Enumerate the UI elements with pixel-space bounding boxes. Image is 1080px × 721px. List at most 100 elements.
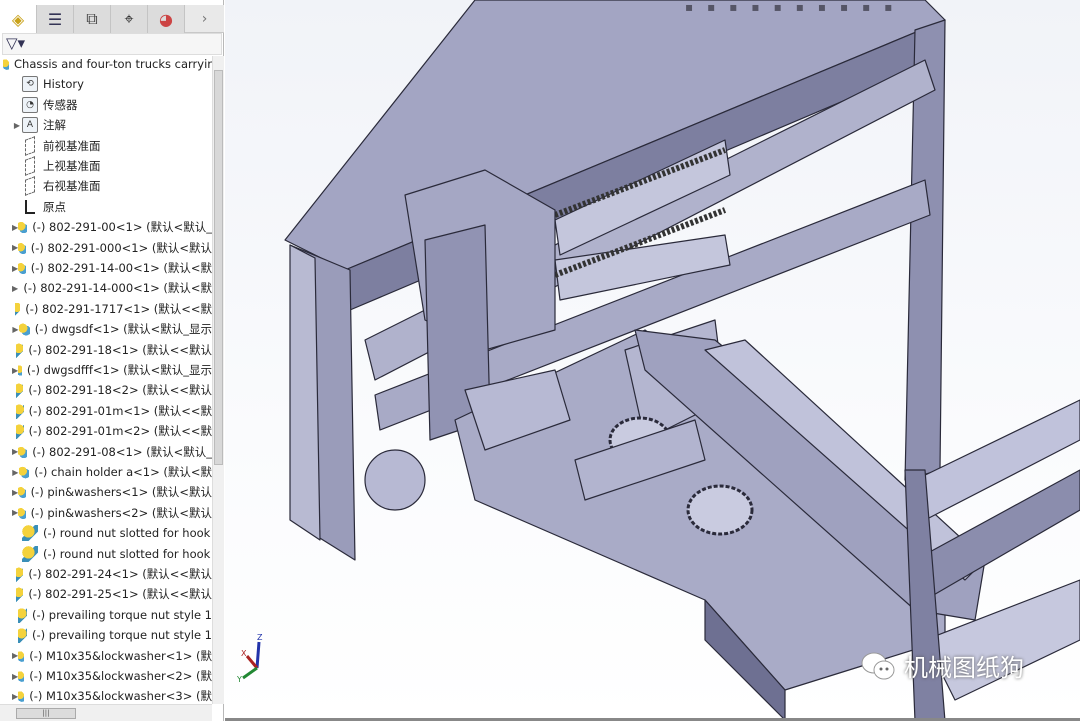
assembly-icon <box>18 362 22 378</box>
zoom-area-icon[interactable]: ▪ <box>707 0 715 14</box>
tree-item[interactable]: ▶ (-) M10x35&lockwasher<2> (默 <box>0 666 212 686</box>
tree-item-label: (-) 802-291-1717<1> (默认<<默 <box>25 301 212 316</box>
configuration-icon: ⧉ <box>86 9 98 28</box>
plane-icon <box>25 135 35 156</box>
tree-item-label: (-) 802-291-14-00<1> (默认<默 <box>30 261 212 275</box>
color-wheel-icon: ◕ <box>159 9 173 29</box>
tab-dimxpert[interactable]: ⌖ <box>111 5 148 33</box>
tab-display-manager[interactable]: ◕ <box>148 5 185 33</box>
tab-featuremanager[interactable]: ◈ <box>0 5 37 33</box>
tree-item-label: (-) 802-291-01m<2> (默认<<默 <box>28 424 212 439</box>
z-label: Z <box>257 633 263 642</box>
heads-up-view-toolbar[interactable]: ▪ ▪ ▪ ▪ ▪ ▪ ▪ ▪ ▪ ▪ <box>685 0 892 14</box>
tree-item[interactable]: ▶ (-) 802-291-08<1> (默认<默认_ <box>0 442 212 462</box>
tree-item[interactable]: ▶ (-) 802-291-00<1> (默认<默认_ <box>0 217 212 237</box>
tree-item[interactable]: (-) 802-291-24<1> (默认<<默认 <box>0 564 212 584</box>
zoom-to-fit-icon[interactable]: ▪ <box>685 0 693 14</box>
tree-item[interactable]: (-) 802-291-01m<2> (默认<<默 <box>0 421 212 441</box>
previous-view-icon[interactable]: ▪ <box>729 0 737 14</box>
tree-item-label: (-) M10x35&lockwasher<3> (默 <box>29 689 212 704</box>
watermark: 机械图纸狗 <box>860 648 1024 683</box>
tree-item[interactable]: ▶ (-) M10x35&lockwasher<3> (默 <box>0 686 212 704</box>
tree-item[interactable]: (-) round nut slotted for hook <box>0 544 212 564</box>
tree-item[interactable]: ▶ (-) 802-291-14-00<1> (默认<默 <box>0 258 212 278</box>
hide-show-icon[interactable]: ▪ <box>818 0 826 14</box>
part-icon <box>16 423 24 440</box>
tab-propertymanager[interactable]: ☰ <box>37 5 74 33</box>
tree-item[interactable]: ▶ (-) dwgsdf<1> (默认<默认_显示 <box>0 319 212 339</box>
assembly-icon <box>18 219 28 236</box>
view-settings-icon[interactable]: ▪ <box>884 0 892 14</box>
crosshair-icon: ⌖ <box>124 9 134 28</box>
plane-icon <box>25 176 35 197</box>
filter-icon: ▽▾ <box>6 34 26 52</box>
tree-item[interactable]: (-) 802-291-1717<1> (默认<<默 <box>0 299 212 319</box>
tree-item[interactable]: (-) prevailing torque nut style 1 <box>0 605 212 625</box>
tree-item[interactable]: ▶ (-) M10x35&lockwasher<1> (默 <box>0 646 212 666</box>
3d-model-forklift-carriage <box>284 0 1080 721</box>
folder-sensor-icon: ◔ <box>22 96 38 113</box>
tree-item[interactable]: 前视基准面 <box>0 135 212 156</box>
tree-item[interactable]: ▶ (-) pin&washers<2> (默认<默认 <box>0 503 212 523</box>
scroll-thumb[interactable]: ||| <box>16 708 76 719</box>
tab-configurationmanager[interactable]: ⧉ <box>74 5 111 33</box>
tree-item[interactable]: (-) 802-291-01m<1> (默认<<默 <box>0 401 212 421</box>
tree-item-label: (-) 802-291-00<1> (默认<默认_ <box>32 220 212 235</box>
tree-item[interactable]: ▶ (-) pin&washers<1> (默认<默认 <box>0 482 212 502</box>
part-icon <box>16 382 24 399</box>
tree-item[interactable]: (-) 802-291-18<2> (默认<<默认 <box>0 380 212 400</box>
tree-item-label: (-) prevailing torque nut style 1 <box>32 607 212 622</box>
wechat-icon <box>861 652 895 679</box>
y-axis <box>242 666 258 680</box>
graphics-area[interactable]: ▪ ▪ ▪ ▪ ▪ ▪ ▪ ▪ ▪ ▪ Z X Y 机械图纸狗 <box>225 0 1080 721</box>
tree-item[interactable]: ▶ (-) dwgsdfff<1> (默认<默认_显示 <box>0 360 212 380</box>
tree-item-label: (-) M10x35&lockwasher<2> (默 <box>29 669 212 683</box>
tree-item-label: 原点 <box>43 199 66 214</box>
tree-item[interactable]: ⟲ History <box>0 74 212 94</box>
part-icon <box>16 566 24 582</box>
display-style-icon[interactable]: ▪ <box>796 0 804 14</box>
tree-item-label: (-) 802-291-18<1> (默认<<默认 <box>28 342 212 357</box>
tree-item[interactable]: (-) 802-291-18<1> (默认<<默认 <box>0 340 212 360</box>
assembly-icon <box>18 443 28 460</box>
scroll-thumb[interactable] <box>214 70 223 465</box>
y-label: Y <box>237 675 242 682</box>
tabs-more-button[interactable]: › <box>185 5 224 32</box>
tree-item[interactable]: (-) 802-291-25<1> (默认<<默认 <box>0 584 212 604</box>
expand-arrow-icon[interactable]: ▶ <box>12 121 22 130</box>
tree-item[interactable]: (-) round nut slotted for hook <box>0 523 212 543</box>
part-icon <box>16 586 24 603</box>
section-view-icon[interactable]: ▪ <box>751 0 759 14</box>
tree-item[interactable]: 右视基准面 <box>0 176 212 197</box>
part-icon <box>16 341 24 358</box>
view-orientation-icon[interactable]: ▪ <box>774 0 782 14</box>
expand-arrow-icon[interactable]: ▶ <box>12 325 19 334</box>
tree-item[interactable]: 上视基准面 <box>0 156 212 176</box>
horizontal-scrollbar[interactable]: ||| <box>0 704 212 721</box>
tree-item[interactable]: (-) prevailing torque nut style 1 <box>0 625 212 645</box>
filter-button[interactable]: ▽▾ <box>2 33 222 55</box>
tree-item[interactable]: 原点 <box>0 197 212 217</box>
tree-item[interactable]: ▶ (-) 802-291-14-000<1> (默认<默 <box>0 278 212 298</box>
tree-item[interactable]: ▶ (-) chain holder a<1> (默认<默 <box>0 462 212 482</box>
tree-item[interactable]: ◔ 传感器 <box>0 95 212 115</box>
tree-item-label: 传感器 <box>43 97 78 112</box>
z-axis <box>255 641 261 669</box>
tree-item-label: (-) 802-291-18<2> (默认<<默认 <box>28 383 212 398</box>
tree-item[interactable]: ▶ (-) 802-291-000<1> (默认<默认 <box>0 238 212 258</box>
part-icon <box>16 402 24 419</box>
tree-item-label: (-) 802-291-24<1> (默认<<默认 <box>28 567 212 581</box>
folder-history-icon: ⟲ <box>22 76 38 93</box>
panel-tabs: ◈ ☰ ⧉ ⌖ ◕ › <box>0 5 224 33</box>
tree-item-label: History <box>43 77 84 92</box>
tree-item[interactable]: ▶ A 注解 <box>0 115 212 135</box>
part-icon <box>22 525 38 542</box>
tree-root[interactable]: Chassis and four-ton trucks carryir <box>0 54 212 74</box>
vertical-scrollbar[interactable] <box>212 56 224 704</box>
expand-arrow-icon[interactable]: ▶ <box>12 468 19 477</box>
tree-item-label: (-) dwgsdfff<1> (默认<默认_显示 <box>26 363 212 377</box>
part-icon <box>17 627 27 644</box>
edit-appearance-icon[interactable]: ▪ <box>840 0 848 14</box>
assembly-icon <box>18 464 30 480</box>
apply-scene-icon[interactable]: ▪ <box>862 0 870 14</box>
